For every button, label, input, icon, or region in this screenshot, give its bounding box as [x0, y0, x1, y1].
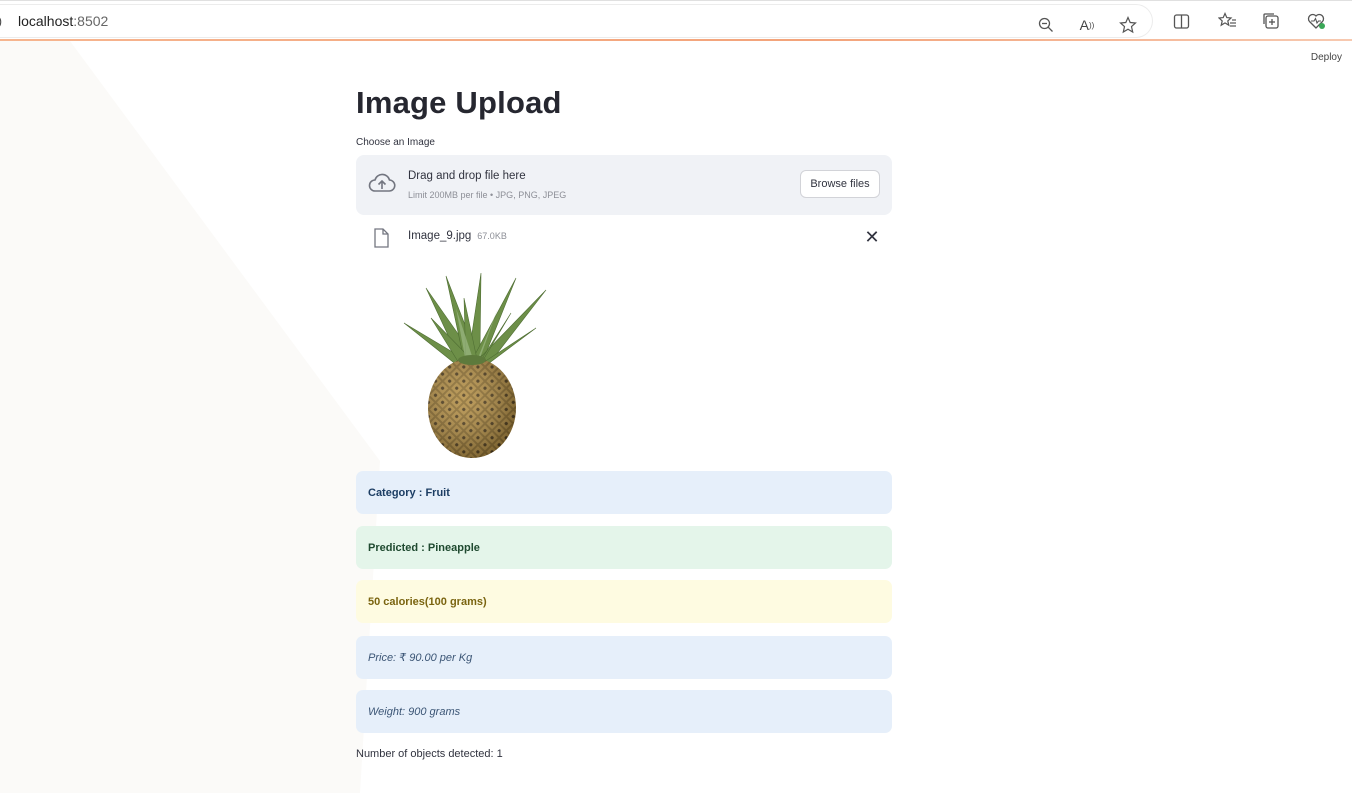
address-bar[interactable]: ) localhost:8502 A)): [0, 5, 1152, 37]
uploaded-file-name: Image_9.jpg 67.0KB: [408, 230, 507, 242]
split-screen-icon[interactable]: [1171, 11, 1191, 31]
favorites-list-icon[interactable]: [1217, 11, 1237, 31]
zoom-out-icon[interactable]: [1036, 15, 1056, 35]
browser-toolbar: ) localhost:8502 A)): [0, 0, 1352, 41]
objects-detected-text: Number of objects detected: 1: [356, 748, 503, 760]
page-title: Image Upload: [356, 85, 562, 120]
file-dropzone[interactable]: Drag and drop file here Limit 200MB per …: [356, 155, 892, 215]
calories-alert: 50 calories(100 grams): [356, 580, 892, 623]
weight-alert: Weight: 900 grams: [356, 690, 892, 733]
predicted-alert: Predicted : Pineapple: [356, 526, 892, 569]
browse-files-button[interactable]: Browse files: [800, 170, 880, 198]
deploy-button[interactable]: Deploy: [1311, 52, 1342, 63]
uploaded-image-preview: [403, 272, 547, 458]
uploaded-file-size: 67.0KB: [477, 231, 507, 241]
dropzone-limit-text: Limit 200MB per file • JPG, PNG, JPEG: [408, 190, 567, 200]
browser-essentials-icon[interactable]: [1306, 11, 1326, 31]
remove-file-close-icon[interactable]: ✕: [864, 227, 880, 247]
dropzone-title: Drag and drop file here: [408, 170, 526, 182]
category-alert: Category : Fruit: [356, 471, 892, 514]
url-text[interactable]: localhost:8502: [18, 13, 108, 29]
price-alert: Price: ₹ 90.00 per Kg: [356, 636, 892, 679]
uploaded-file-row: Image_9.jpg 67.0KB ✕: [356, 225, 892, 253]
favorite-star-icon[interactable]: [1118, 15, 1138, 35]
site-info-icon[interactable]: ): [0, 14, 2, 28]
collections-icon[interactable]: [1261, 11, 1281, 31]
uploader-label: Choose an Image: [356, 137, 435, 148]
cloud-upload-icon: [368, 173, 396, 192]
read-aloud-icon[interactable]: A)): [1077, 15, 1097, 35]
file-icon: [374, 228, 389, 248]
